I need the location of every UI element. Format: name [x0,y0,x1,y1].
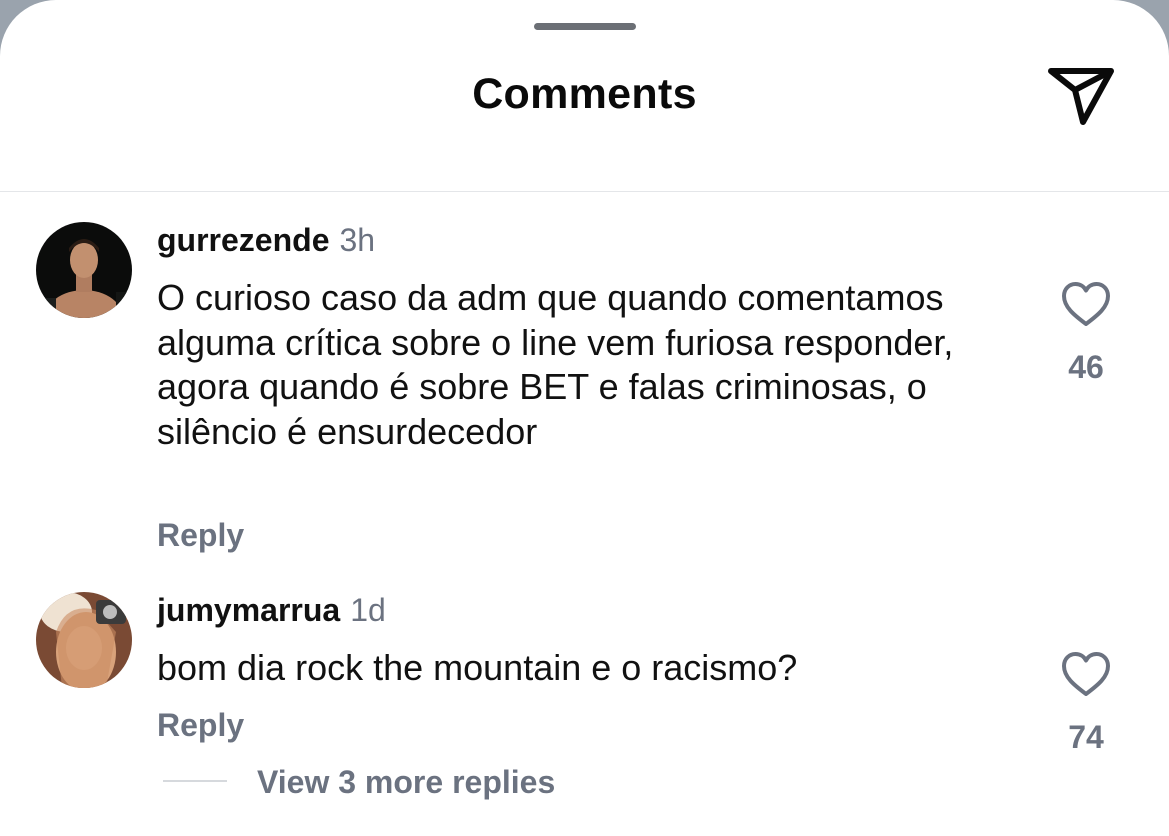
like-count: 74 [1068,719,1104,755]
replies-divider-line [163,780,227,782]
comment-timestamp: 3h [339,222,376,258]
comment-timestamp: 1d [350,592,386,628]
heart-outline-icon[interactable] [1060,280,1112,328]
header-divider [0,191,1169,192]
sheet-grabber[interactable] [534,23,636,30]
sheet-title: Comments [472,70,697,118]
view-more-replies-button[interactable]: View 3 more replies [257,764,555,801]
comment-username[interactable]: gurrezende 3h [157,222,375,259]
paper-plane-icon[interactable] [1045,64,1117,130]
reply-button[interactable]: Reply [157,517,244,554]
comment-text: bom dia rock the mountain e o racismo? [157,647,798,688]
like-count: 46 [1068,349,1104,385]
avatar[interactable] [36,592,132,688]
comments-sheet: Comments gurrezende 3h O curioso caso da … [0,0,1169,836]
reply-button[interactable]: Reply [157,707,244,744]
avatar[interactable] [36,222,132,318]
heart-outline-icon[interactable] [1060,650,1112,698]
comment-username[interactable]: jumymarrua 1d [157,592,386,629]
comment-text: O curioso caso da adm que quando comenta… [157,277,954,452]
